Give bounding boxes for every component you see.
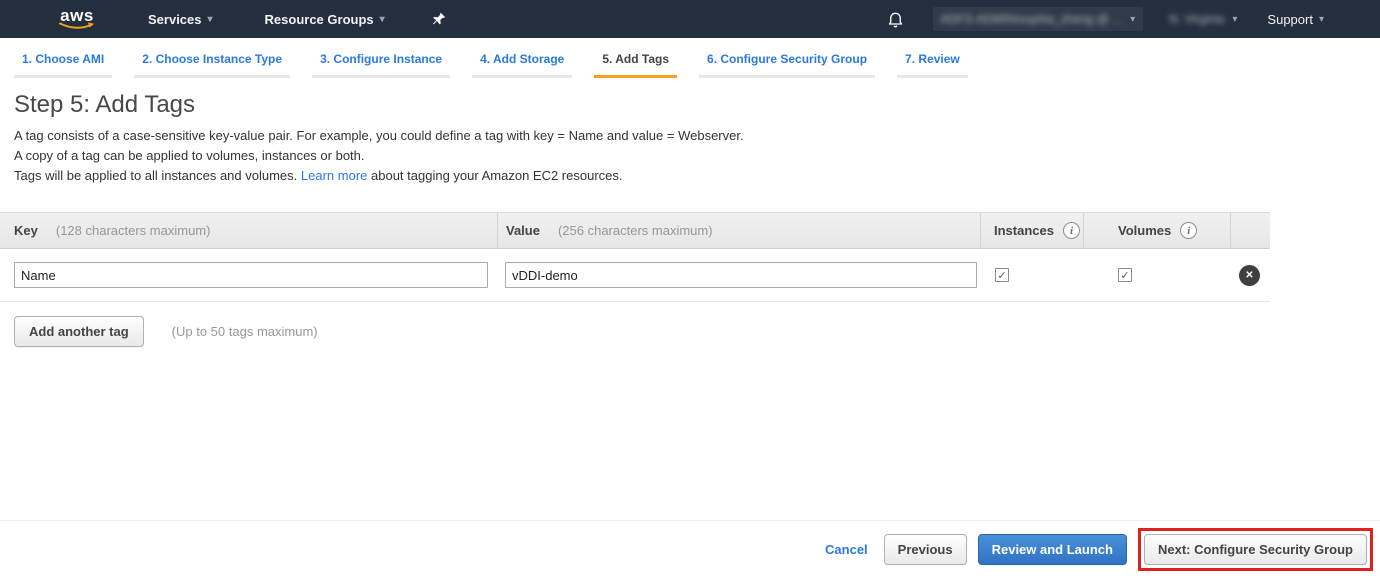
- tag-row: ✓ ✓ ✕: [0, 249, 1270, 302]
- account-name-redacted: ADFS-ADMIN/sophia_zheng @ ...: [941, 12, 1123, 26]
- page-title: Step 5: Add Tags: [14, 91, 1380, 119]
- tab-configure-security-group[interactable]: 6. Configure Security Group: [699, 52, 875, 78]
- red-highlight-annotation: Next: Configure Security Group: [1138, 528, 1373, 571]
- review-and-launch-button[interactable]: Review and Launch: [978, 534, 1127, 565]
- notifications-button[interactable]: [886, 9, 905, 29]
- key-column-hint: (128 characters maximum): [56, 223, 211, 238]
- aws-logo[interactable]: aws: [58, 7, 96, 31]
- nav-services-menu[interactable]: Services ▾: [148, 12, 213, 27]
- nav-resource-groups-label: Resource Groups: [265, 12, 374, 27]
- tab-configure-instance[interactable]: 3. Configure Instance: [312, 52, 450, 78]
- tab-add-tags[interactable]: 5. Add Tags: [594, 52, 677, 78]
- column-header-key: Key (128 characters maximum): [0, 213, 497, 248]
- value-column-hint: (256 characters maximum): [558, 223, 713, 238]
- tag-key-input[interactable]: [14, 262, 488, 288]
- support-label: Support: [1267, 12, 1313, 27]
- next-configure-security-group-button[interactable]: Next: Configure Security Group: [1144, 534, 1367, 565]
- chevron-down-icon: ▾: [1130, 14, 1135, 25]
- nav-right-group: ADFS-ADMIN/sophia_zheng @ ... ▾ N. Virgi…: [886, 7, 1324, 31]
- pin-shortcut-button[interactable]: [431, 11, 447, 27]
- add-tag-section: Add another tag (Up to 50 tags maximum): [14, 316, 1380, 347]
- chevron-down-icon: ▾: [1232, 14, 1237, 25]
- tag-volumes-cell: ✓: [1083, 249, 1230, 301]
- instances-checkbox-checked[interactable]: ✓: [995, 268, 1009, 282]
- add-another-tag-button[interactable]: Add another tag: [14, 316, 144, 347]
- tab-choose-ami[interactable]: 1. Choose AMI: [14, 52, 112, 78]
- value-column-label: Value: [506, 223, 540, 238]
- aws-smile-swoosh: [58, 22, 96, 31]
- chevron-down-icon: ▾: [208, 14, 213, 25]
- delete-tag-button[interactable]: ✕: [1239, 265, 1260, 286]
- tag-delete-cell: ✕: [1230, 249, 1270, 301]
- key-column-label: Key: [14, 223, 38, 238]
- previous-button[interactable]: Previous: [884, 534, 967, 565]
- thumbtack-icon: [431, 11, 447, 27]
- description-line-3: Tags will be applied to all instances an…: [14, 166, 1380, 186]
- tags-table-header: Key (128 characters maximum) Value (256 …: [0, 212, 1270, 249]
- description-line-3-text: Tags will be applied to all instances an…: [14, 168, 297, 183]
- description-line-3-text-after: about tagging your Amazon EC2 resources.: [371, 168, 622, 183]
- tab-add-storage[interactable]: 4. Add Storage: [472, 52, 572, 78]
- top-nav-bar: aws Services ▾ Resource Groups ▾ ADFS-AD…: [0, 0, 1380, 38]
- description-line-2: A copy of a tag can be applied to volume…: [14, 146, 1380, 166]
- column-header-instances: Instances i: [980, 213, 1083, 248]
- info-icon[interactable]: i: [1063, 222, 1080, 239]
- learn-more-link[interactable]: Learn more: [301, 168, 367, 183]
- column-header-delete: [1230, 213, 1270, 248]
- wizard-footer: Cancel Previous Review and Launch Next: …: [0, 520, 1380, 578]
- bell-icon: [886, 9, 905, 29]
- chevron-down-icon: ▾: [1319, 14, 1324, 25]
- nav-services-label: Services: [148, 12, 202, 27]
- volumes-checkbox-checked[interactable]: ✓: [1118, 268, 1132, 282]
- volumes-column-label: Volumes: [1118, 223, 1171, 238]
- column-header-volumes: Volumes i: [1083, 213, 1230, 248]
- column-header-value: Value (256 characters maximum): [497, 213, 980, 248]
- wizard-step-tabs: 1. Choose AMI 2. Choose Instance Type 3.…: [0, 38, 1380, 78]
- tag-instances-cell: ✓: [980, 249, 1083, 301]
- info-icon[interactable]: i: [1180, 222, 1197, 239]
- support-menu[interactable]: Support ▾: [1267, 12, 1324, 27]
- tag-value-cell: [497, 249, 980, 301]
- cancel-link[interactable]: Cancel: [825, 542, 868, 557]
- tag-value-input[interactable]: [505, 262, 977, 288]
- region-menu[interactable]: N. Virginia ▾: [1169, 12, 1237, 26]
- description-line-1: A tag consists of a case-sensitive key-v…: [14, 126, 1380, 146]
- add-tag-hint: (Up to 50 tags maximum): [172, 324, 318, 339]
- tags-table: Key (128 characters maximum) Value (256 …: [0, 212, 1270, 302]
- tab-review[interactable]: 7. Review: [897, 52, 968, 78]
- nav-resource-groups-menu[interactable]: Resource Groups ▾: [265, 12, 385, 27]
- account-menu[interactable]: ADFS-ADMIN/sophia_zheng @ ... ▾: [933, 7, 1144, 31]
- region-name-redacted: N. Virginia: [1169, 12, 1224, 26]
- tag-key-cell: [0, 249, 497, 301]
- chevron-down-icon: ▾: [380, 14, 385, 25]
- tab-choose-instance-type[interactable]: 2. Choose Instance Type: [134, 52, 290, 78]
- instances-column-label: Instances: [994, 223, 1054, 238]
